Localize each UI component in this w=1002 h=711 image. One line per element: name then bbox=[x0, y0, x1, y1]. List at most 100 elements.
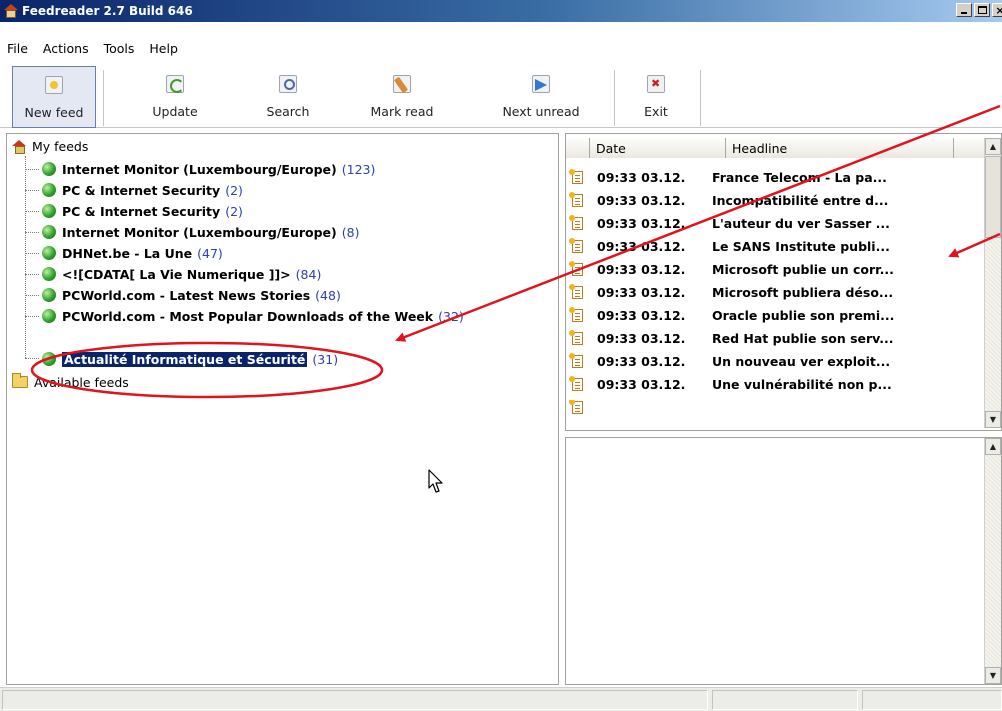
search-button[interactable]: Search bbox=[248, 66, 328, 128]
feed-globe-icon bbox=[42, 204, 56, 218]
menu-file[interactable]: File bbox=[6, 41, 29, 56]
feed-title: Internet Monitor (Luxembourg/Europe) bbox=[62, 161, 337, 177]
status-bar bbox=[0, 687, 1002, 711]
tree-item-feed[interactable]: <![CDATA[ La Vie Numerique ]]> (84) bbox=[42, 264, 321, 284]
next-unread-button[interactable]: Next unread bbox=[493, 66, 589, 128]
feed-globe-icon bbox=[42, 309, 56, 323]
scroll-down-arrow-icon[interactable]: ▼ bbox=[985, 411, 1001, 428]
article-headline: Microsoft publiera déso... bbox=[712, 285, 894, 300]
article-row-partial[interactable] bbox=[566, 400, 986, 414]
app-icon bbox=[4, 4, 18, 18]
maximize-button[interactable] bbox=[974, 3, 990, 17]
toolbar-separator bbox=[614, 70, 615, 126]
article-date: 09:33 03.12. bbox=[597, 193, 686, 208]
close-icon: × bbox=[995, 3, 1002, 17]
status-segment bbox=[2, 690, 708, 710]
column-header-date[interactable]: Date bbox=[590, 138, 726, 158]
feed-title: PC & Internet Security bbox=[62, 203, 221, 219]
tree-item-feed[interactable]: PC & Internet Security (2) bbox=[42, 180, 243, 200]
feed-globe-icon bbox=[42, 352, 56, 366]
menu-actions[interactable]: Actions bbox=[42, 41, 90, 56]
feed-unread-count: (2) bbox=[225, 203, 243, 219]
exit-icon bbox=[647, 75, 665, 93]
tree-connector bbox=[25, 358, 39, 359]
article-row[interactable]: 09:33 03.12. France Telecom - La pa... bbox=[566, 166, 986, 189]
preview-scrollbar[interactable]: ▲ ▼ bbox=[984, 438, 1001, 684]
article-row[interactable]: 09:33 03.12. L'auteur du ver Sasser ... bbox=[566, 212, 986, 235]
close-button[interactable]: × bbox=[992, 3, 1002, 17]
article-list-panel[interactable]: Date Headline 09:33 03.12. France Teleco… bbox=[565, 133, 1002, 431]
new-feed-icon bbox=[45, 76, 63, 94]
article-row[interactable]: 09:33 03.12. Le SANS Institute publi... bbox=[566, 235, 986, 258]
tree-item-available-feeds[interactable]: Available feeds bbox=[12, 372, 129, 392]
tree-item-feed[interactable]: Internet Monitor (Luxembourg/Europe) (12… bbox=[42, 159, 375, 179]
tree-item-feed[interactable]: Internet Monitor (Luxembourg/Europe) (8) bbox=[42, 222, 359, 242]
unread-article-icon bbox=[569, 400, 583, 414]
feed-title: PCWorld.com - Most Popular Downloads of … bbox=[62, 308, 434, 324]
article-list-scrollbar[interactable]: ▲ ▼ bbox=[984, 138, 1001, 428]
tree-item-feed[interactable]: PCWorld.com - Latest News Stories (48) bbox=[42, 285, 341, 305]
column-header-extra[interactable] bbox=[954, 138, 986, 158]
article-preview-panel[interactable]: ▲ ▼ bbox=[565, 437, 1002, 685]
article-row[interactable]: 09:33 03.12. Incompatibilité entre d... bbox=[566, 189, 986, 212]
minimize-button[interactable] bbox=[956, 3, 972, 17]
article-row[interactable]: 09:33 03.12. Une vulnérabilité non p... bbox=[566, 373, 986, 396]
tree-connector bbox=[25, 169, 39, 170]
scroll-up-arrow-icon[interactable]: ▲ bbox=[985, 438, 1001, 455]
mark-read-label: Mark read bbox=[370, 104, 434, 119]
home-icon bbox=[12, 140, 26, 154]
column-header-headline[interactable]: Headline bbox=[726, 138, 954, 158]
exit-button[interactable]: Exit bbox=[628, 66, 684, 128]
tree-item-feed[interactable]: PC & Internet Security (2) bbox=[42, 201, 243, 221]
update-button[interactable]: Update bbox=[135, 66, 215, 128]
new-feed-button[interactable]: New feed bbox=[12, 66, 96, 128]
feed-unread-count: (8) bbox=[341, 224, 360, 240]
tree-item-feed-selected[interactable]: Actualité Informatique et Sécurité (31) bbox=[42, 349, 338, 369]
feed-tree-panel[interactable]: My feeds Internet Monitor (Luxembourg/Eu… bbox=[6, 133, 559, 685]
unread-article-icon bbox=[569, 330, 583, 345]
status-segment bbox=[712, 690, 858, 710]
feed-globe-icon bbox=[42, 267, 56, 281]
tree-item-my-feeds[interactable]: My feeds bbox=[12, 136, 88, 156]
mark-read-button[interactable]: Mark read bbox=[357, 66, 447, 128]
unread-article-icon bbox=[569, 169, 583, 184]
article-date: 09:33 03.12. bbox=[597, 308, 686, 323]
article-date: 09:33 03.12. bbox=[597, 239, 686, 254]
article-row[interactable]: 09:33 03.12. Microsoft publie un corr... bbox=[566, 258, 986, 281]
article-row[interactable]: 09:33 03.12. Red Hat publie son serv... bbox=[566, 327, 986, 350]
feed-unread-count: (2) bbox=[225, 182, 243, 198]
status-segment bbox=[862, 690, 1002, 710]
article-row[interactable]: 09:33 03.12. Un nouveau ver exploit... bbox=[566, 350, 986, 373]
article-headline: Incompatibilité entre d... bbox=[712, 193, 889, 208]
feed-unread-count: (32) bbox=[438, 308, 464, 324]
unread-article-icon bbox=[569, 353, 583, 368]
feed-title: DHNet.be - La Une bbox=[62, 245, 193, 261]
article-row[interactable]: 09:33 03.12. Oracle publie son premi... bbox=[566, 304, 986, 327]
feed-title: PC & Internet Security bbox=[62, 182, 221, 198]
menu-help[interactable]: Help bbox=[148, 41, 179, 56]
article-headline: Le SANS Institute publi... bbox=[712, 239, 890, 254]
tree-item-feed[interactable]: PCWorld.com - Most Popular Downloads of … bbox=[42, 306, 464, 326]
tree-connector bbox=[25, 211, 39, 212]
feed-title: PCWorld.com - Latest News Stories bbox=[62, 287, 311, 303]
toolbar-separator bbox=[103, 70, 104, 126]
tree-item-feed[interactable]: DHNet.be - La Une (47) bbox=[42, 243, 223, 263]
next-unread-label: Next unread bbox=[502, 104, 580, 119]
mark-read-icon bbox=[393, 75, 411, 93]
toolbar: New feed Update Search Mark read Next un… bbox=[0, 62, 1002, 128]
feed-unread-count: (47) bbox=[197, 245, 223, 261]
feed-title: Internet Monitor (Luxembourg/Europe) bbox=[62, 224, 337, 240]
article-date: 09:33 03.12. bbox=[597, 331, 686, 346]
feed-globe-icon bbox=[42, 288, 56, 302]
article-row[interactable]: 09:33 03.12. Microsoft publiera déso... bbox=[566, 281, 986, 304]
article-date: 09:33 03.12. bbox=[597, 354, 686, 369]
menu-tools[interactable]: Tools bbox=[103, 41, 136, 56]
scrollbar-thumb[interactable] bbox=[985, 156, 1001, 238]
column-header-icon[interactable] bbox=[566, 138, 590, 158]
unread-article-icon bbox=[569, 192, 583, 207]
exit-label: Exit bbox=[644, 104, 668, 119]
next-unread-icon bbox=[532, 75, 550, 93]
scroll-up-arrow-icon[interactable]: ▲ bbox=[985, 138, 1001, 155]
scroll-down-arrow-icon[interactable]: ▼ bbox=[985, 667, 1001, 684]
article-headline: Un nouveau ver exploit... bbox=[712, 354, 891, 369]
